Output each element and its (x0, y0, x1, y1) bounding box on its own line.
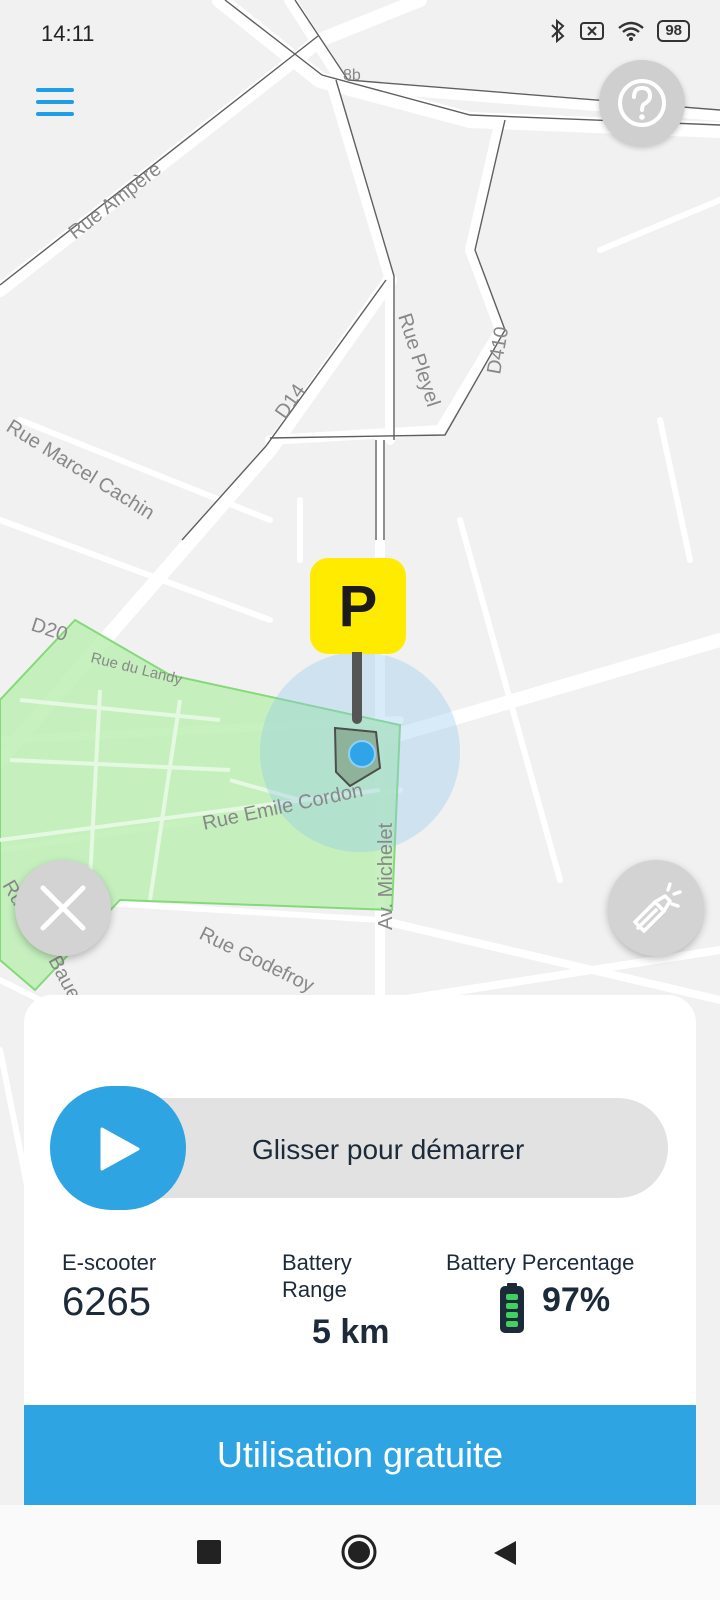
slider-knob[interactable] (50, 1086, 186, 1210)
scooter-panel: Glisser pour démarrer E-scooter 6265 Bat… (24, 995, 696, 1505)
battery-icon (500, 1283, 524, 1333)
system-nav-bar (0, 1505, 720, 1600)
close-icon (40, 885, 86, 931)
back-icon[interactable] (492, 1539, 518, 1567)
close-button[interactable] (15, 860, 111, 956)
slider-label: Glisser pour démarrer (252, 1134, 525, 1165)
user-location-dot (348, 740, 376, 768)
menu-button[interactable] (30, 80, 82, 124)
play-icon (100, 1127, 140, 1171)
range-label-line1: Battery (282, 1250, 352, 1275)
range-label-line2: Range (282, 1277, 347, 1302)
range-value: 5 km (312, 1313, 390, 1351)
help-button[interactable] (599, 60, 685, 146)
battery-indicator: 98 (657, 20, 690, 42)
battery-percentage: 97% (542, 1281, 611, 1319)
scooter-label: E-scooter (62, 1250, 157, 1275)
map-label: Av. Michelet (375, 822, 397, 930)
free-use-button[interactable]: Utilisation gratuite (24, 1405, 696, 1505)
flashlight-button[interactable] (608, 860, 704, 956)
scooter-id: 6265 (62, 1280, 151, 1324)
parking-pin-stem (352, 652, 362, 724)
wifi-icon (618, 21, 645, 41)
flashlight-icon (633, 882, 682, 933)
sim-off-icon (580, 22, 605, 40)
home-icon[interactable] (340, 1533, 378, 1571)
battery-label: Battery Percentage (446, 1250, 635, 1275)
question-icon (618, 79, 666, 127)
status-time: 14:11 (41, 21, 95, 46)
parking-pin[interactable]: P (310, 558, 406, 654)
start-slider[interactable]: Glisser pour démarrer (50, 1086, 668, 1210)
bluetooth-icon (551, 18, 565, 44)
recents-icon[interactable] (196, 1539, 222, 1565)
status-icons: 98 (549, 18, 690, 44)
